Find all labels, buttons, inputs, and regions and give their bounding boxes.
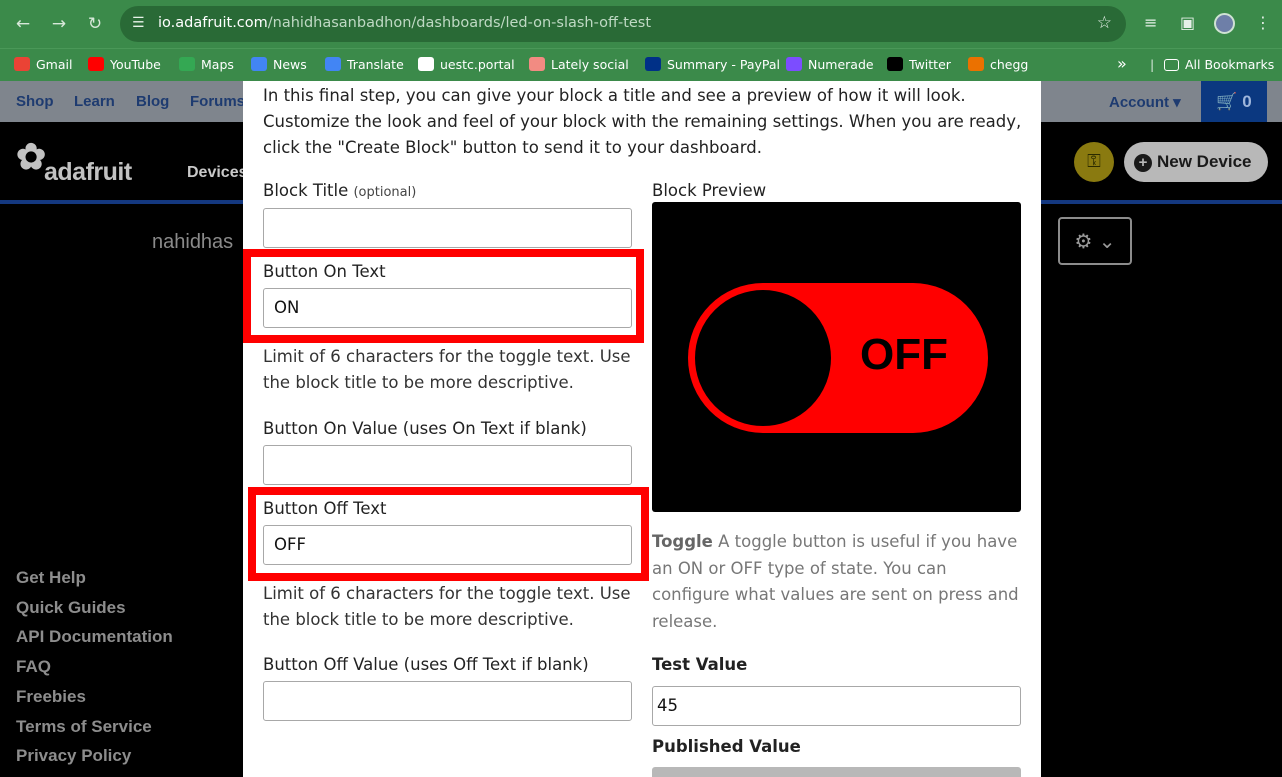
bookmark-gmail[interactable]: Gmail: [14, 55, 72, 75]
bookmark-favicon-icon: [968, 57, 984, 71]
on-text-help: Limit of 6 characters for the toggle tex…: [263, 347, 631, 392]
forward-arrow-icon[interactable]: →: [49, 13, 69, 35]
kebab-menu-icon[interactable]: ⋮: [1255, 13, 1271, 32]
site-settings-icon[interactable]: ☰: [132, 15, 145, 31]
off-value-label: Button Off Value (uses Off Text if blank…: [263, 655, 589, 674]
bookmark-numerade[interactable]: Numerade: [786, 55, 874, 75]
footer-faq[interactable]: FAQ: [16, 657, 51, 677]
back-arrow-icon[interactable]: ←: [13, 13, 33, 35]
create-block-modal: In this final step, you can give your bl…: [243, 81, 1041, 777]
bookmark-favicon-icon: [786, 57, 802, 71]
on-value-input[interactable]: [263, 445, 632, 485]
nav-shop[interactable]: Shop: [16, 93, 54, 110]
footer-privacy[interactable]: Privacy Policy: [16, 746, 131, 766]
bookmark-chegg[interactable]: chegg: [968, 55, 1028, 75]
toggle-preview[interactable]: OFF: [688, 283, 988, 433]
published-value-field: [652, 767, 1021, 777]
folder-icon: [1164, 59, 1179, 71]
bookmark-maps[interactable]: Maps: [179, 55, 234, 75]
dashboard-owner-name: nahidhas: [152, 231, 234, 253]
dashboard-settings-button[interactable]: ⚙ ⌄: [1058, 217, 1132, 265]
media-playlist-icon[interactable]: ≡: [1144, 13, 1157, 32]
off-text-label: Button Off Text: [263, 499, 387, 518]
nav-blog[interactable]: Blog: [136, 93, 169, 110]
toggle-knob: [692, 287, 834, 429]
bookmarks-overflow-icon[interactable]: »: [1117, 54, 1127, 74]
all-bookmarks-button[interactable]: All Bookmarks: [1164, 55, 1274, 75]
account-menu[interactable]: Account ▾: [1109, 93, 1181, 111]
url-text[interactable]: io.adafruit.com/nahidhasanbadhon/dashboa…: [158, 15, 651, 31]
bookmark-favicon-icon: [251, 57, 267, 71]
bookmark-favicon-icon: [418, 57, 434, 71]
new-device-button[interactable]: + New Device: [1124, 142, 1268, 182]
footer-api-docs[interactable]: API Documentation: [16, 627, 173, 647]
bookmark-star-icon[interactable]: ☆: [1097, 13, 1112, 33]
gear-icon: ⚙: [1074, 229, 1093, 253]
bookmarks-separator: |: [1150, 57, 1155, 72]
block-preview: OFF: [652, 202, 1021, 512]
on-text-label: Button On Text: [263, 262, 386, 281]
bookmark-favicon-icon: [88, 57, 104, 71]
cart-count: 0: [1242, 92, 1252, 111]
reload-icon[interactable]: ↻: [85, 13, 105, 35]
bookmark-lately-social[interactable]: Lately social: [529, 55, 629, 75]
block-title-input[interactable]: [263, 208, 632, 248]
adafruit-flower-icon: ✿: [16, 136, 47, 177]
nav-forums[interactable]: Forums: [190, 93, 245, 110]
browser-toolbar: ← → ↻ ☰ io.adafruit.com/nahidhasanbadhon…: [0, 0, 1282, 48]
address-bar[interactable]: ☰ io.adafruit.com/nahidhasanbadhon/dashb…: [120, 6, 1126, 42]
side-panel-icon[interactable]: ▣: [1180, 13, 1195, 32]
bookmarks-bar: Gmail YouTube Maps News Translate uestc.porta…: [0, 48, 1282, 81]
bookmark-favicon-icon: [887, 57, 903, 71]
step-instructions: In this final step, you can give your bl…: [263, 86, 1022, 157]
bookmark-translate[interactable]: Translate: [325, 55, 404, 75]
key-icon[interactable]: ⚿: [1074, 142, 1114, 182]
off-value-input[interactable]: [263, 681, 632, 721]
bookmark-twitter[interactable]: Twitter: [887, 55, 951, 75]
bookmark-favicon-icon: [529, 57, 545, 71]
footer-freebies[interactable]: Freebies: [16, 687, 86, 707]
bookmark-news[interactable]: News: [251, 55, 307, 75]
block-preview-label: Block Preview: [652, 181, 767, 200]
published-value-label: Published Value: [652, 737, 801, 756]
bookmark-favicon-icon: [645, 57, 661, 71]
footer-quick-guides[interactable]: Quick Guides: [16, 598, 126, 618]
bookmark-favicon-icon: [179, 57, 195, 71]
off-text-help: Limit of 6 characters for the toggle tex…: [263, 584, 631, 629]
cart-button[interactable]: 🛒 0: [1201, 81, 1267, 122]
nav-learn[interactable]: Learn: [74, 93, 115, 110]
on-value-label: Button On Value (uses On Text if blank): [263, 419, 587, 438]
test-value-input[interactable]: 45: [652, 686, 1021, 726]
toggle-state-text: OFF: [860, 330, 948, 379]
chevron-down-icon: ⌄: [1098, 229, 1116, 253]
bookmark-summary-paypal[interactable]: Summary - PayPal: [645, 55, 780, 75]
off-text-input[interactable]: OFF: [263, 525, 632, 565]
profile-avatar[interactable]: [1214, 13, 1235, 34]
block-description: Toggle A toggle button is useful if you …: [652, 532, 1019, 631]
nav-devices[interactable]: Devices: [187, 164, 248, 182]
on-text-input[interactable]: ON: [263, 288, 632, 328]
bookmark-favicon-icon: [325, 57, 341, 71]
footer-get-help[interactable]: Get Help: [16, 568, 86, 588]
footer-terms[interactable]: Terms of Service: [16, 717, 152, 737]
test-value-label: Test Value: [652, 655, 748, 674]
bookmark-youtube[interactable]: YouTube: [88, 55, 161, 75]
bookmark-favicon-icon: [14, 57, 30, 71]
plus-circle-icon: +: [1134, 154, 1152, 172]
bookmark-uestc-portal[interactable]: uestc.portal: [418, 55, 515, 75]
block-title-label: Block Title (optional): [263, 181, 417, 200]
